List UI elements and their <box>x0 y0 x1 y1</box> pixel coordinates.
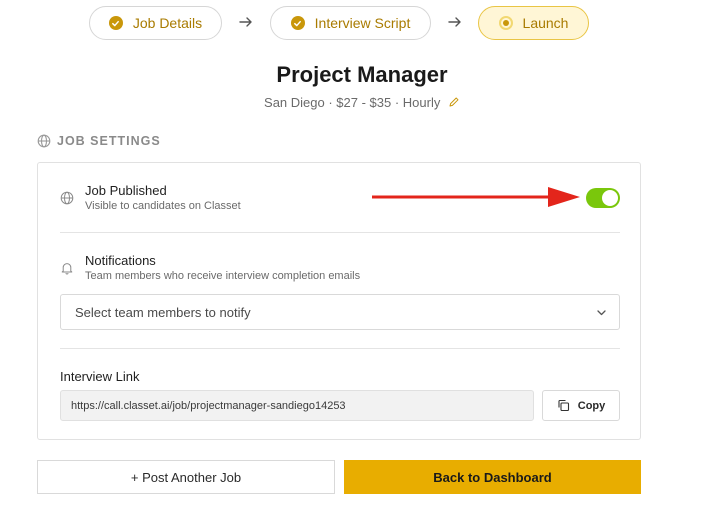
back-to-dashboard-button[interactable]: Back to Dashboard <box>344 460 641 494</box>
globe-icon <box>37 134 51 148</box>
step-label: Job Details <box>132 15 203 31</box>
annotation-arrow <box>372 187 580 207</box>
page-title: Project Manager <box>276 62 448 87</box>
arrow-right-icon <box>448 17 461 27</box>
toggle-knob <box>602 190 618 206</box>
section-header: JOB SETTINGS <box>37 134 161 148</box>
bell-icon <box>61 263 73 275</box>
step-label: Interview Script <box>314 15 411 31</box>
job-summary-text: San Diego · $27 - $35 · Hourly <box>264 95 441 110</box>
step-interview-script[interactable]: Interview Script <box>270 6 431 40</box>
job-published-toggle[interactable] <box>586 188 620 208</box>
select-placeholder: Select team members to notify <box>75 304 251 320</box>
job-published-description: Visible to candidates on Classet <box>85 200 241 212</box>
copy-link-button[interactable]: Copy <box>542 390 620 421</box>
progress-stepper: Job Details Interview Script Launch <box>0 6 724 40</box>
divider <box>60 348 620 349</box>
post-another-job-button[interactable]: + Post Another Job <box>37 460 335 494</box>
job-settings-card: Job Published Visible to candidates on C… <box>37 162 641 440</box>
team-members-select[interactable]: Select team members to notify <box>60 294 620 330</box>
divider <box>60 232 620 233</box>
arrow-right-icon <box>239 17 252 27</box>
job-published-title: Job Published <box>85 183 167 198</box>
interview-link-label: Interview Link <box>60 369 140 384</box>
chevron-down-icon <box>597 310 606 316</box>
globe-icon <box>60 191 74 205</box>
edit-pencil-icon[interactable] <box>448 96 460 108</box>
copy-label: Copy <box>577 399 606 412</box>
notifications-description: Team members who receive interview compl… <box>85 270 361 282</box>
job-summary: San Diego · $27 - $35 · Hourly <box>0 95 724 110</box>
step-job-details[interactable]: Job Details <box>89 6 222 40</box>
check-icon <box>108 16 123 30</box>
step-launch[interactable]: Launch <box>478 6 589 40</box>
interview-link-field[interactable]: https://call.classet.ai/job/projectmanag… <box>60 390 534 421</box>
notifications-title: Notifications <box>85 253 156 268</box>
section-title: JOB SETTINGS <box>57 134 161 148</box>
interview-link-url: https://call.classet.ai/job/projectmanag… <box>71 399 346 412</box>
step-label: Launch <box>522 15 569 31</box>
check-icon <box>290 16 305 30</box>
copy-icon <box>558 399 569 412</box>
current-step-icon <box>498 16 513 30</box>
